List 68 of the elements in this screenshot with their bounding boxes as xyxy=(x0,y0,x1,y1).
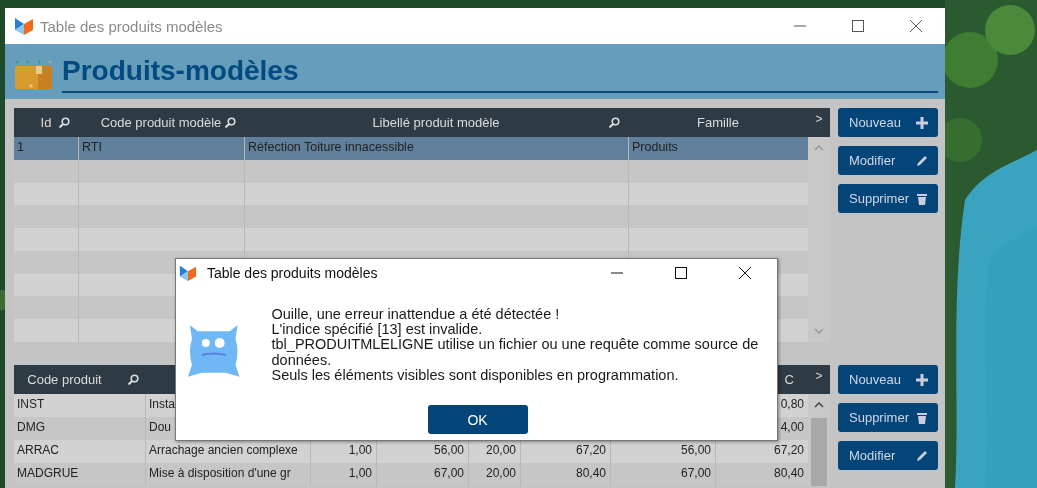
page-title: Produits-modèles xyxy=(62,54,938,93)
table-cell: ARRAC xyxy=(17,443,59,457)
table-cell: Mise à disposition d'une gr xyxy=(149,466,291,480)
dialog-title: Table des produits modèles xyxy=(207,264,378,281)
table-cell: 4,00 xyxy=(780,420,804,434)
trash-icon xyxy=(915,191,929,206)
search-icon[interactable] xyxy=(224,117,236,129)
edit-button[interactable]: Modifier xyxy=(838,441,938,470)
table-cell: MADGRUE xyxy=(17,466,79,480)
error-message: Seuls les éléments visibles sont disponibles en programmation. xyxy=(271,367,680,383)
trash-icon xyxy=(915,410,929,425)
table-cell: 56,00 xyxy=(433,443,464,457)
table-cell: 0,80 xyxy=(780,397,804,411)
error-message: Ouille, une erreur inattendue a été détectée ! xyxy=(271,307,561,323)
table-cell: 67,20 xyxy=(773,443,804,457)
column-header[interactable]: Famille xyxy=(697,115,739,130)
delete-button[interactable]: Supprimer xyxy=(838,403,938,432)
table-cell: 20,00 xyxy=(485,466,516,480)
table-cell: 1,00 xyxy=(348,443,372,457)
search-icon[interactable] xyxy=(127,374,139,386)
table-cell: Arrachage ancien complexe xyxy=(149,443,298,457)
scrollbar[interactable] xyxy=(808,394,830,486)
app-icon xyxy=(179,263,197,282)
edit-button[interactable]: Modifier xyxy=(838,146,938,175)
scroll-up-icon[interactable] xyxy=(814,402,824,408)
table-cell: RTI xyxy=(82,140,102,154)
window-title: Table des produits modèles xyxy=(40,17,223,35)
column-header[interactable]: C xyxy=(784,372,794,387)
pencil-icon xyxy=(915,448,929,463)
scroll-thumb[interactable] xyxy=(811,418,827,486)
table-cell: Insta xyxy=(149,397,175,411)
maximize-icon[interactable] xyxy=(675,266,687,279)
table-cell: 1,00 xyxy=(348,466,372,480)
table-cell: INST xyxy=(17,397,45,411)
close-icon[interactable] xyxy=(739,266,751,279)
table-cell: Dou xyxy=(149,420,171,434)
table-row[interactable]: 1 RTI Réfection Toiture innacessible Produits xyxy=(14,137,808,160)
app-icon xyxy=(14,16,34,36)
table-cell: 67,00 xyxy=(433,466,464,480)
table-cell: 67,00 xyxy=(680,466,711,480)
more-columns-arrow[interactable]: > xyxy=(815,112,823,126)
column-header[interactable]: Libellé produit modèle xyxy=(372,115,500,130)
error-message: tbl_PRODUITMLELIGNE utilise un fichier ou une requête comme source de données. xyxy=(271,337,760,368)
close-icon[interactable] xyxy=(910,20,922,32)
ok-button[interactable]: OK xyxy=(427,405,528,434)
search-icon[interactable] xyxy=(608,117,620,129)
table-cell: DMG xyxy=(17,420,45,434)
table-cell: 20,00 xyxy=(485,443,516,457)
column-header[interactable]: Id xyxy=(40,115,52,130)
column-header[interactable]: Code produit modèle xyxy=(100,115,222,130)
search-icon[interactable] xyxy=(58,117,70,129)
table-cell: Produits xyxy=(632,140,678,154)
table-cell: 56,00 xyxy=(680,443,711,457)
new-button[interactable]: Nouveau xyxy=(838,108,938,137)
table-cell: 80,40 xyxy=(773,466,804,480)
column-header[interactable]: Code produit xyxy=(27,372,102,387)
maximize-icon[interactable] xyxy=(852,20,864,32)
table-cell: 80,40 xyxy=(575,466,606,480)
delete-button[interactable]: Supprimer xyxy=(838,184,938,213)
pencil-icon xyxy=(915,153,929,168)
plus-icon xyxy=(915,372,929,387)
error-message: L'indice spécifié [13] est invalide. xyxy=(271,322,484,338)
new-button[interactable]: Nouveau xyxy=(838,365,938,394)
more-columns-arrow[interactable]: > xyxy=(815,369,823,383)
table-cell: 1 xyxy=(17,140,24,154)
table-cell: 67,20 xyxy=(575,443,606,457)
plus-icon xyxy=(915,115,929,130)
table-cell: Réfection Toiture innacessible xyxy=(248,140,414,154)
